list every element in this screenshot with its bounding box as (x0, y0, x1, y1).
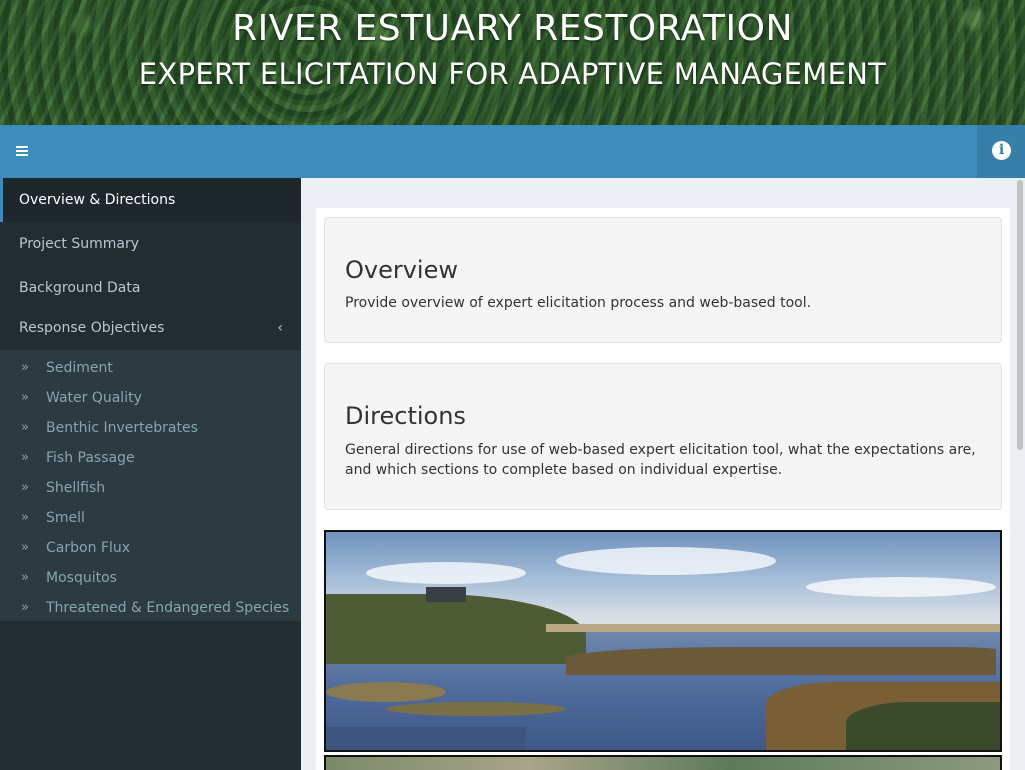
double-angle-right-icon: » (21, 480, 29, 495)
sidebar-item-label: Response Objectives (19, 320, 165, 336)
info-button[interactable]: i (977, 125, 1025, 178)
estuary-photo (324, 530, 1002, 752)
overview-heading: Overview (345, 256, 458, 284)
double-angle-right-icon: » (21, 390, 29, 405)
sidebar: Overview & Directions Project Summary Ba… (0, 178, 301, 770)
submenu-item-benthic-invertebrates[interactable]: » Benthic Invertebrates (0, 413, 301, 443)
page-title: RIVER ESTUARY RESTORATION (232, 8, 793, 49)
hamburger-icon[interactable] (0, 125, 44, 178)
second-photo (324, 755, 1002, 770)
submenu-item-label: Smell (46, 510, 85, 526)
double-angle-right-icon: » (21, 600, 29, 615)
submenu-item-shellfish[interactable]: » Shellfish (0, 473, 301, 503)
submenu-item-label: Mosquitos (46, 570, 117, 586)
double-angle-right-icon: » (21, 570, 29, 585)
sidebar-item-background-data[interactable]: Background Data (0, 266, 301, 310)
overview-text: Provide overview of expert elicitation p… (345, 295, 812, 311)
submenu-item-label: Sediment (46, 360, 113, 376)
submenu-item-label: Carbon Flux (46, 540, 130, 556)
info-icon: i (992, 141, 1011, 160)
overview-panel: Overview Provide overview of expert elic… (324, 217, 1002, 343)
sidebar-item-project-summary[interactable]: Project Summary (0, 222, 301, 266)
submenu-item-sediment[interactable]: » Sediment (0, 353, 301, 383)
submenu-item-label: Benthic Invertebrates (46, 420, 198, 436)
double-angle-right-icon: » (21, 360, 29, 375)
sidebar-item-overview-directions[interactable]: Overview & Directions (0, 178, 301, 222)
directions-text: General directions for use of web-based … (345, 442, 976, 478)
top-navbar: i (0, 125, 1025, 178)
submenu-item-mosquitos[interactable]: » Mosquitos (0, 563, 301, 593)
submenu-item-label: Threatened & Endangered Species (46, 600, 290, 616)
directions-heading: Directions (345, 402, 466, 430)
submenu-item-label: Fish Passage (46, 450, 135, 466)
submenu-item-smell[interactable]: » Smell (0, 503, 301, 533)
sidebar-item-response-objectives[interactable]: Response Objectives ‹ (0, 306, 301, 350)
submenu-item-label: Water Quality (46, 390, 142, 406)
double-angle-right-icon: » (21, 510, 29, 525)
double-angle-right-icon: » (21, 450, 29, 465)
submenu-item-water-quality[interactable]: » Water Quality (0, 383, 301, 413)
header-banner: RIVER ESTUARY RESTORATION EXPERT ELICITA… (0, 0, 1025, 125)
submenu-item-label: Shellfish (46, 480, 106, 496)
response-objectives-submenu: » Sediment » Water Quality » Benthic Inv… (0, 350, 301, 621)
page-subtitle: EXPERT ELICITATION FOR ADAPTIVE MANAGEME… (138, 57, 887, 91)
directions-panel: Directions General directions for use of… (324, 363, 1002, 510)
sidebar-item-label: Project Summary (19, 236, 140, 252)
sidebar-item-label: Overview & Directions (19, 192, 176, 208)
double-angle-right-icon: » (21, 420, 29, 435)
double-angle-right-icon: » (21, 540, 29, 555)
page-scrollbar[interactable] (1017, 180, 1023, 450)
submenu-item-fish-passage[interactable]: » Fish Passage (0, 443, 301, 473)
chevron-left-icon: ‹ (277, 320, 283, 336)
submenu-item-threatened-endangered-species[interactable]: » Threatened & Endangered Species (0, 593, 301, 623)
sidebar-item-label: Background Data (19, 280, 141, 296)
submenu-item-carbon-flux[interactable]: » Carbon Flux (0, 533, 301, 563)
